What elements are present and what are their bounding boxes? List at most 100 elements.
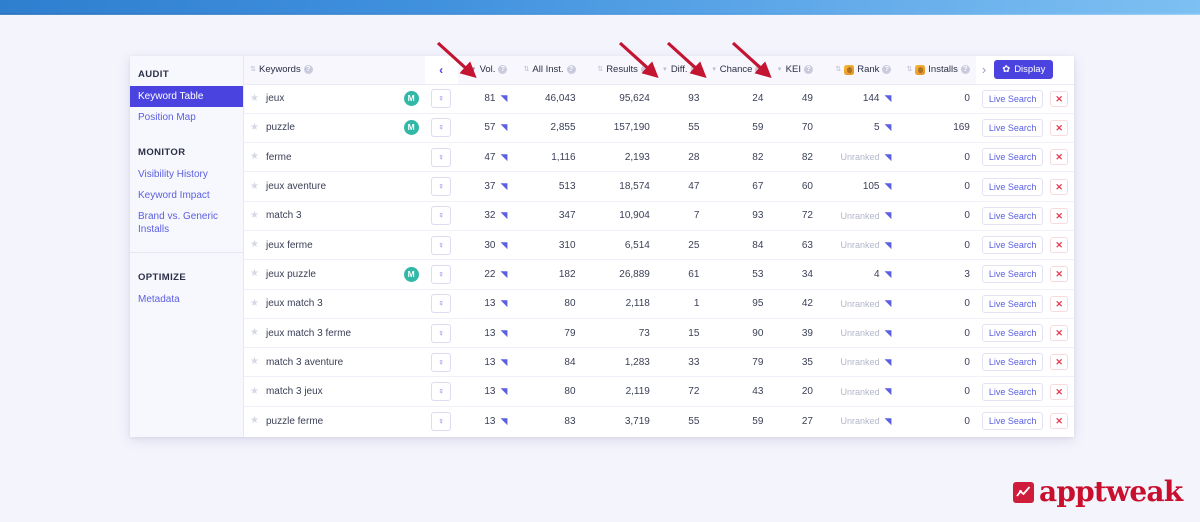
trend-chart-icon[interactable]: ◥ <box>501 152 508 162</box>
live-search-button[interactable]: Live Search <box>981 382 1044 401</box>
lightbulb-icon[interactable]: ♀ <box>431 294 452 314</box>
delete-keyword-button[interactable]: ✕ <box>1050 90 1068 107</box>
lightbulb-icon[interactable]: ♀ <box>431 89 452 109</box>
sort-icon[interactable]: ▾ <box>711 66 716 73</box>
sidebar-item-keyword-table[interactable]: Keyword Table <box>130 86 243 107</box>
sort-icon[interactable]: ⇅ <box>250 66 256 73</box>
sidebar-item-brand-vs-generic-installs[interactable]: Brand vs. Generic Installs <box>130 206 243 240</box>
trend-chart-icon[interactable]: ◥ <box>885 328 892 338</box>
delete-keyword-button[interactable]: ✕ <box>1050 207 1068 224</box>
live-search-button[interactable]: Live Search <box>981 294 1044 313</box>
trend-chart-icon[interactable]: ◥ <box>501 182 508 191</box>
column-header-installs[interactable]: ⇅ Installs ? <box>897 56 976 85</box>
trend-chart-icon[interactable]: ◥ <box>885 269 892 279</box>
help-icon[interactable]: ? <box>303 65 313 75</box>
trend-chart-icon[interactable]: ◥ <box>501 328 508 338</box>
lightbulb-icon[interactable]: ♀ <box>431 206 452 226</box>
trend-chart-icon[interactable]: ◥ <box>885 387 892 396</box>
metadata-badge[interactable]: M <box>403 120 419 136</box>
live-search-button[interactable]: Live Search <box>981 148 1044 167</box>
trend-chart-icon[interactable]: ◥ <box>501 357 508 367</box>
sort-icon[interactable]: ⇅ <box>835 66 841 73</box>
live-search-button[interactable]: Live Search <box>981 236 1044 255</box>
column-header-keywords[interactable]: ⇅ Keywords ? <box>244 56 425 85</box>
live-search-button[interactable]: Live Search <box>981 89 1044 108</box>
live-search-button[interactable]: Live Search <box>981 265 1044 284</box>
lightbulb-icon[interactable]: ♀ <box>431 352 452 372</box>
delete-keyword-button[interactable]: ✕ <box>1050 237 1068 254</box>
delete-keyword-button[interactable]: ✕ <box>1050 295 1068 312</box>
column-header-diff[interactable]: ▾ Diff. ? <box>655 56 706 85</box>
live-search-button[interactable]: Live Search <box>981 353 1044 372</box>
live-search-button[interactable]: Live Search <box>981 412 1044 431</box>
help-icon[interactable]: ? <box>566 65 576 75</box>
lightbulb-icon[interactable]: ♀ <box>431 264 452 284</box>
trend-chart-icon[interactable]: ◥ <box>885 182 892 191</box>
delete-keyword-button[interactable]: ✕ <box>1050 119 1068 136</box>
help-icon[interactable]: ? <box>640 65 650 75</box>
trend-chart-icon[interactable]: ◥ <box>501 240 508 250</box>
sort-icon[interactable]: ⇅ <box>597 66 603 73</box>
sidebar-item-position-map[interactable]: Position Map <box>130 107 243 128</box>
trend-chart-icon[interactable]: ◥ <box>885 211 892 220</box>
delete-keyword-button[interactable]: ✕ <box>1050 178 1068 195</box>
chevron-right-icon[interactable]: › <box>982 62 986 77</box>
delete-keyword-button[interactable]: ✕ <box>1050 413 1068 430</box>
trend-chart-icon[interactable]: ◥ <box>501 299 508 308</box>
live-search-button[interactable]: Live Search <box>981 177 1044 196</box>
trend-chart-icon[interactable]: ◥ <box>885 240 892 250</box>
lightbulb-icon[interactable]: ♀ <box>431 177 452 197</box>
live-search-button[interactable]: Live Search <box>981 206 1044 225</box>
column-header-chance[interactable]: ▾ Chance ? <box>705 56 770 85</box>
column-header-collapse[interactable]: ‹ <box>424 56 458 85</box>
trend-chart-icon[interactable]: ◥ <box>885 94 892 103</box>
column-header-results[interactable]: ⇅ Results ? <box>581 56 656 85</box>
chevron-left-icon[interactable]: ‹ <box>431 64 452 76</box>
help-icon[interactable]: ? <box>803 65 813 75</box>
lightbulb-icon[interactable]: ♀ <box>431 147 452 167</box>
trend-chart-icon[interactable]: ◥ <box>885 299 892 308</box>
sort-icon[interactable]: ▾ <box>471 66 477 73</box>
trend-chart-icon[interactable]: ◥ <box>885 357 892 367</box>
trend-chart-icon[interactable]: ◥ <box>501 94 508 103</box>
display-button[interactable]: ✿ Display <box>994 60 1054 80</box>
trend-chart-icon[interactable]: ◥ <box>885 416 892 426</box>
trend-chart-icon[interactable]: ◥ <box>501 123 508 132</box>
star-icon[interactable]: ★ <box>250 386 259 397</box>
lightbulb-icon[interactable]: ♀ <box>431 323 452 343</box>
lightbulb-icon[interactable]: ♀ <box>431 235 452 255</box>
trend-chart-icon[interactable]: ◥ <box>501 387 508 396</box>
column-header-kei[interactable]: ▾ KEI ? <box>769 56 819 85</box>
live-search-button[interactable]: Live Search <box>981 118 1044 137</box>
star-icon[interactable]: ★ <box>250 357 259 367</box>
star-icon[interactable]: ★ <box>250 269 259 279</box>
help-icon[interactable]: ? <box>498 65 508 75</box>
live-search-button[interactable]: Live Search <box>981 324 1044 343</box>
sort-icon[interactable]: ⇅ <box>523 66 529 73</box>
star-icon[interactable]: ★ <box>250 93 259 104</box>
delete-keyword-button[interactable]: ✕ <box>1050 325 1068 342</box>
delete-keyword-button[interactable]: ✕ <box>1050 354 1068 371</box>
help-icon[interactable]: ? <box>882 65 892 75</box>
delete-keyword-button[interactable]: ✕ <box>1050 266 1068 283</box>
column-header-vol[interactable]: ▾ Vol. ? <box>457 56 514 85</box>
star-icon[interactable]: ★ <box>250 298 259 309</box>
trend-chart-icon[interactable]: ◥ <box>501 416 508 426</box>
column-header-all-inst[interactable]: ⇅ All Inst. ? <box>513 56 582 85</box>
star-icon[interactable]: ★ <box>250 152 259 162</box>
trend-chart-icon[interactable]: ◥ <box>885 152 892 162</box>
sidebar-item-visibility-history[interactable]: Visibility History <box>130 164 243 185</box>
sidebar-item-keyword-impact[interactable]: Keyword Impact <box>130 185 243 206</box>
delete-keyword-button[interactable]: ✕ <box>1050 383 1068 400</box>
lightbulb-icon[interactable]: ♀ <box>431 382 452 402</box>
sidebar-item-metadata[interactable]: Metadata <box>130 289 243 310</box>
metadata-badge[interactable]: M <box>403 266 419 282</box>
help-icon[interactable]: ? <box>690 65 700 75</box>
lightbulb-icon[interactable]: ♀ <box>431 411 452 431</box>
trend-chart-icon[interactable]: ◥ <box>501 269 508 279</box>
lightbulb-icon[interactable]: ♀ <box>431 118 452 138</box>
delete-keyword-button[interactable]: ✕ <box>1050 149 1068 166</box>
sort-icon[interactable]: ⇅ <box>906 66 912 73</box>
help-icon[interactable]: ? <box>960 65 970 75</box>
star-icon[interactable]: ★ <box>250 416 259 426</box>
